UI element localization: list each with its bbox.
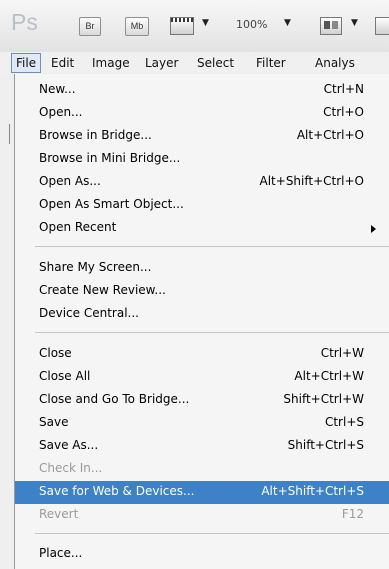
menu-item-browse-in-bridge[interactable]: Browse in Bridge... Alt+Ctrl+O [15,125,389,148]
menu-item-share-my-screen[interactable]: Share My Screen... [15,257,389,280]
menu-item-label: Close [39,346,72,360]
menu-filter[interactable]: Filter [252,54,290,72]
launch-mini-bridge-button[interactable]: Mb [125,17,149,36]
menu-item-label: Share My Screen... [39,260,152,274]
menu-item-label: Browse in Bridge... [39,128,152,142]
menu-analysis[interactable]: Analys [311,54,359,72]
menu-item-shortcut: Shift+Ctrl+S [287,438,364,452]
arrange-documents-icon[interactable] [320,17,342,35]
menu-item-label: Save for Web & Devices... [39,484,195,498]
menu-item-save-as[interactable]: Save As... Shift+Ctrl+S [15,435,389,458]
menu-item-label: Close and Go To Bridge... [39,392,190,406]
submenu-arrow-icon [371,225,376,233]
menu-item-shortcut: Ctrl+N [323,82,364,96]
menu-item-close[interactable]: Close Ctrl+W [15,343,389,366]
menu-item-shortcut: Alt+Ctrl+W [294,369,364,383]
menu-item-label: Browse in Mini Bridge... [39,151,181,165]
menu-item-new[interactable]: New... Ctrl+N [15,79,389,102]
menu-item-label: Save [39,415,69,429]
canvas-edge [0,74,14,569]
menu-item-shortcut: Ctrl+W [320,346,364,360]
screen-mode-icon[interactable] [375,17,389,35]
menu-separator [35,533,389,534]
menu-item-close-all[interactable]: Close All Alt+Ctrl+W [15,366,389,389]
menu-item-label: Open... [39,105,83,119]
menu-item-save[interactable]: Save Ctrl+S [15,412,389,435]
menu-item-open-as[interactable]: Open As... Alt+Shift+Ctrl+O [15,171,389,194]
menu-item-label: Save As... [39,438,99,452]
menu-item-create-new-review[interactable]: Create New Review... [15,280,389,303]
ruler-tick [9,124,10,144]
menu-layer[interactable]: Layer [141,54,182,72]
menu-item-place[interactable]: Place... [15,543,389,566]
menu-separator [35,332,389,333]
menu-item-label: Open Recent [39,220,117,234]
menu-item-open-as-smart-object[interactable]: Open As Smart Object... [15,194,389,217]
menu-item-label: Check In... [39,461,103,475]
menu-select[interactable]: Select [193,54,238,72]
zoom-dropdown-icon[interactable]: ▼ [284,18,291,28]
menu-item-open[interactable]: Open... Ctrl+O [15,102,389,125]
photoshop-logo: Ps [11,9,38,35]
menu-item-label: Create New Review... [39,283,166,297]
menu-item-label: Open As Smart Object... [39,197,184,211]
menu-bar: File Edit Image Layer Select Filter Anal… [0,52,389,75]
menu-item-shortcut: F12 [341,507,364,521]
application-bar: Ps Br Mb ▼ 100% ▼ ▼ [0,0,389,53]
menu-item-shortcut: Ctrl+O [323,105,364,119]
menu-item-device-central[interactable]: Device Central... [15,303,389,326]
menu-item-revert: Revert F12 [15,504,389,527]
view-extras-icon[interactable] [170,17,194,35]
menu-item-browse-in-mini-bridge[interactable]: Browse in Mini Bridge... [15,148,389,171]
menu-file[interactable]: File [11,53,42,73]
menu-item-open-recent[interactable]: Open Recent [15,217,389,240]
menu-edit[interactable]: Edit [47,54,78,72]
menu-separator [35,246,389,247]
menu-item-shortcut: Ctrl+S [324,415,364,429]
menu-image[interactable]: Image [88,54,134,72]
menu-item-close-and-go-to-bridge[interactable]: Close and Go To Bridge... Shift+Ctrl+W [15,389,389,412]
view-extras-dropdown-icon[interactable]: ▼ [202,18,209,28]
menu-item-save-for-web-and-devices[interactable]: Save for Web & Devices... Alt+Shift+Ctrl… [15,481,389,504]
arrange-dropdown-icon[interactable]: ▼ [351,18,358,28]
menu-item-shortcut: Alt+Shift+Ctrl+S [261,484,364,498]
menu-item-label: Device Central... [39,306,139,320]
menu-item-shortcut: Alt+Shift+Ctrl+O [259,174,364,188]
menu-item-label: Close All [39,369,91,383]
launch-bridge-button[interactable]: Br [79,17,101,36]
menu-item-shortcut: Alt+Ctrl+O [296,128,364,142]
zoom-level[interactable]: 100% [236,18,267,31]
menu-item-label: New... [39,82,76,96]
menu-item-label: Open As... [39,174,101,188]
file-menu-dropdown: New... Ctrl+N Open... Ctrl+O Browse in B… [14,74,389,569]
menu-item-label: Revert [39,507,79,521]
menu-item-check-in: Check In... [15,458,389,481]
menu-item-label: Place... [39,546,83,560]
menu-item-shortcut: Shift+Ctrl+W [283,392,364,406]
